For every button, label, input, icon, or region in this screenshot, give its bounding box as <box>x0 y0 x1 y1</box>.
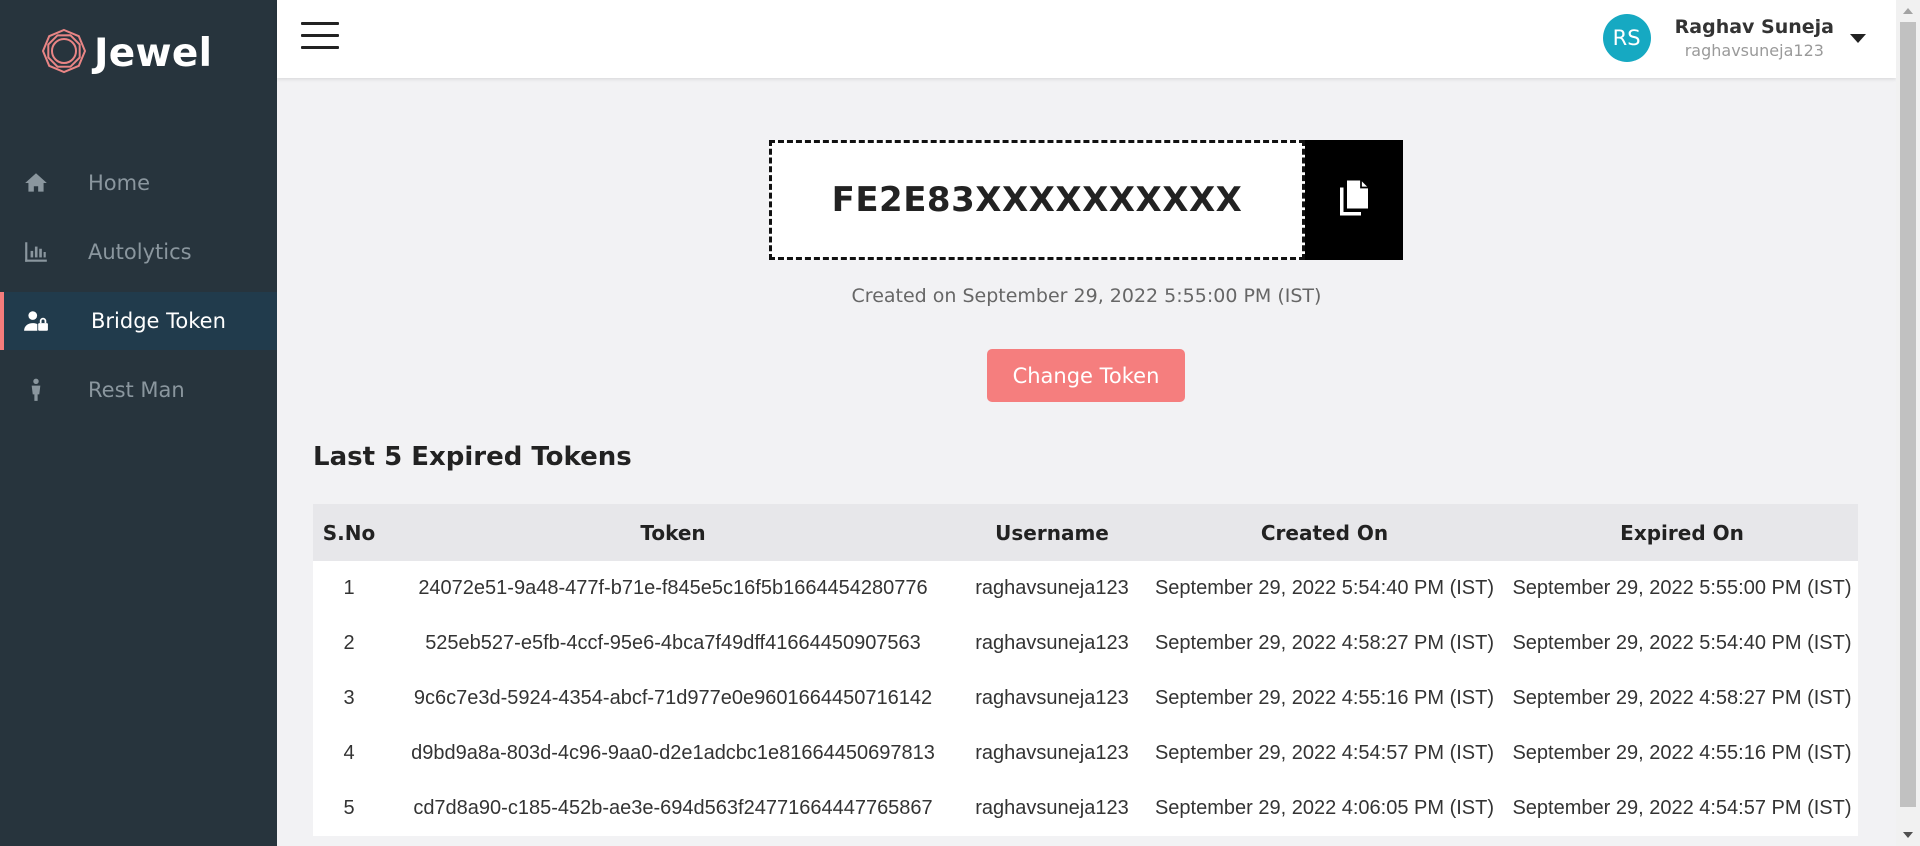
table-row: 5 cd7d8a90-c185-452b-ae3e-694d563f247716… <box>313 781 1858 836</box>
table-header-row: S.No Token Username Created On Expired O… <box>313 504 1858 561</box>
table-row: 1 24072e51-9a48-477f-b71e-f845e5c16f5b16… <box>313 561 1858 616</box>
user-info: Raghav Suneja raghavsuneja123 <box>1675 16 1834 60</box>
sidebar-item-home[interactable]: Home <box>0 154 277 212</box>
brand[interactable]: Jewel <box>0 0 277 106</box>
table-row: 2 525eb527-e5fb-4ccf-95e6-4bca7f49dff416… <box>313 616 1858 671</box>
cell-username: raghavsuneja123 <box>975 687 1129 709</box>
user-name: Raghav Suneja <box>1674 16 1834 38</box>
cell-username: raghavsuneja123 <box>975 742 1129 764</box>
cell-expired-on: September 29, 2022 4:58:27 PM (IST) <box>1512 687 1852 709</box>
column-header-sno: S.No <box>322 520 376 545</box>
jewel-logo-icon <box>40 27 88 79</box>
cell-created-on: September 29, 2022 4:58:27 PM (IST) <box>1154 632 1495 654</box>
person-icon <box>22 376 50 404</box>
cell-sno: 1 <box>343 577 355 599</box>
cell-expired-on: September 29, 2022 4:54:57 PM (IST) <box>1512 797 1852 819</box>
cell-token: 9c6c7e3d-5924-4354-abcf-71d977e0e9601664… <box>413 687 933 709</box>
user-handle: raghavsuneja123 <box>1684 41 1824 60</box>
cell-created-on: September 29, 2022 4:54:57 PM (IST) <box>1154 742 1495 764</box>
sidebar-item-label: Autolytics <box>88 240 192 264</box>
cell-expired-on: September 29, 2022 5:54:40 PM (IST) <box>1512 632 1852 654</box>
cell-expired-on: September 29, 2022 4:55:16 PM (IST) <box>1512 742 1852 764</box>
cell-created-on: September 29, 2022 4:06:05 PM (IST) <box>1154 797 1495 819</box>
cell-username: raghavsuneja123 <box>975 632 1129 654</box>
cell-username: raghavsuneja123 <box>975 577 1129 599</box>
sidebar-item-label: Home <box>88 171 151 195</box>
cell-token: 525eb527-e5fb-4ccf-95e6-4bca7f49dff41664… <box>425 632 921 654</box>
sidebar-item-autolytics[interactable]: Autolytics <box>0 223 277 281</box>
change-token-button[interactable]: Change Token <box>987 349 1185 402</box>
column-header-created-on: Created On <box>1260 520 1389 545</box>
copy-token-button[interactable] <box>1305 140 1403 260</box>
cell-sno: 5 <box>343 797 355 819</box>
expired-tokens-title: Last 5 Expired Tokens <box>313 442 632 472</box>
menu-toggle-icon[interactable] <box>301 22 339 50</box>
avatar[interactable]: RS <box>1602 14 1651 62</box>
top-header: RS Raghav Suneja raghavsuneja123 <box>277 0 1896 78</box>
cell-token: d9bd9a8a-803d-4c96-9aa0-d2e1adcbc1e81664… <box>411 742 935 764</box>
brand-name: Jewel <box>94 30 213 76</box>
scroll-down-icon[interactable] <box>1903 832 1913 838</box>
cell-sno: 2 <box>343 632 355 654</box>
copy-icon <box>1333 177 1375 223</box>
sidebar-item-bridge-token[interactable]: Bridge Token <box>0 292 277 350</box>
home-icon <box>22 169 50 197</box>
user-menu[interactable]: RS Raghav Suneja raghavsuneja123 <box>1602 14 1866 62</box>
cell-sno: 4 <box>343 742 355 764</box>
sidebar-item-rest-man[interactable]: Rest Man <box>0 361 277 419</box>
chevron-down-icon[interactable] <box>1850 33 1866 43</box>
page-scrollbar[interactable] <box>1896 0 1920 846</box>
expired-tokens-table: S.No Token Username Created On Expired O… <box>313 504 1858 836</box>
cell-token: cd7d8a90-c185-452b-ae3e-694d563f24771664… <box>413 797 933 819</box>
sidebar-nav: Home Autolytics Bridge Token Rest Man <box>0 154 277 419</box>
table-row: 4 d9bd9a8a-803d-4c96-9aa0-d2e1adcbc1e816… <box>313 726 1858 781</box>
sidebar-item-label: Rest Man <box>88 378 185 402</box>
cell-username: raghavsuneja123 <box>975 797 1129 819</box>
scrollbar-thumb[interactable] <box>1900 22 1916 807</box>
cell-created-on: September 29, 2022 4:55:16 PM (IST) <box>1154 687 1495 709</box>
cell-created-on: September 29, 2022 5:54:40 PM (IST) <box>1154 577 1495 599</box>
column-header-expired-on: Expired On <box>1620 520 1744 545</box>
scroll-up-icon[interactable] <box>1903 8 1913 14</box>
bar-chart-icon <box>22 238 50 266</box>
user-lock-icon <box>22 307 50 335</box>
main-content: FE2E83XXXXXXXXXX Created on September 29… <box>277 78 1896 846</box>
sidebar-item-label: Bridge Token <box>91 309 226 333</box>
current-token: FE2E83XXXXXXXXXX <box>769 140 1305 260</box>
cell-token: 24072e51-9a48-477f-b71e-f845e5c16f5b1664… <box>418 577 928 599</box>
sidebar: Jewel Home Autolytics Bridge Token Rest … <box>0 0 277 846</box>
cell-sno: 3 <box>343 687 355 709</box>
token-created-text: Created on September 29, 2022 5:55:00 PM… <box>851 285 1322 307</box>
token-display: FE2E83XXXXXXXXXX <box>769 140 1403 260</box>
column-header-username: Username <box>995 520 1109 545</box>
column-header-token: Token <box>640 520 706 545</box>
cell-expired-on: September 29, 2022 5:55:00 PM (IST) <box>1512 577 1852 599</box>
table-row: 3 9c6c7e3d-5924-4354-abcf-71d977e0e96016… <box>313 671 1858 726</box>
